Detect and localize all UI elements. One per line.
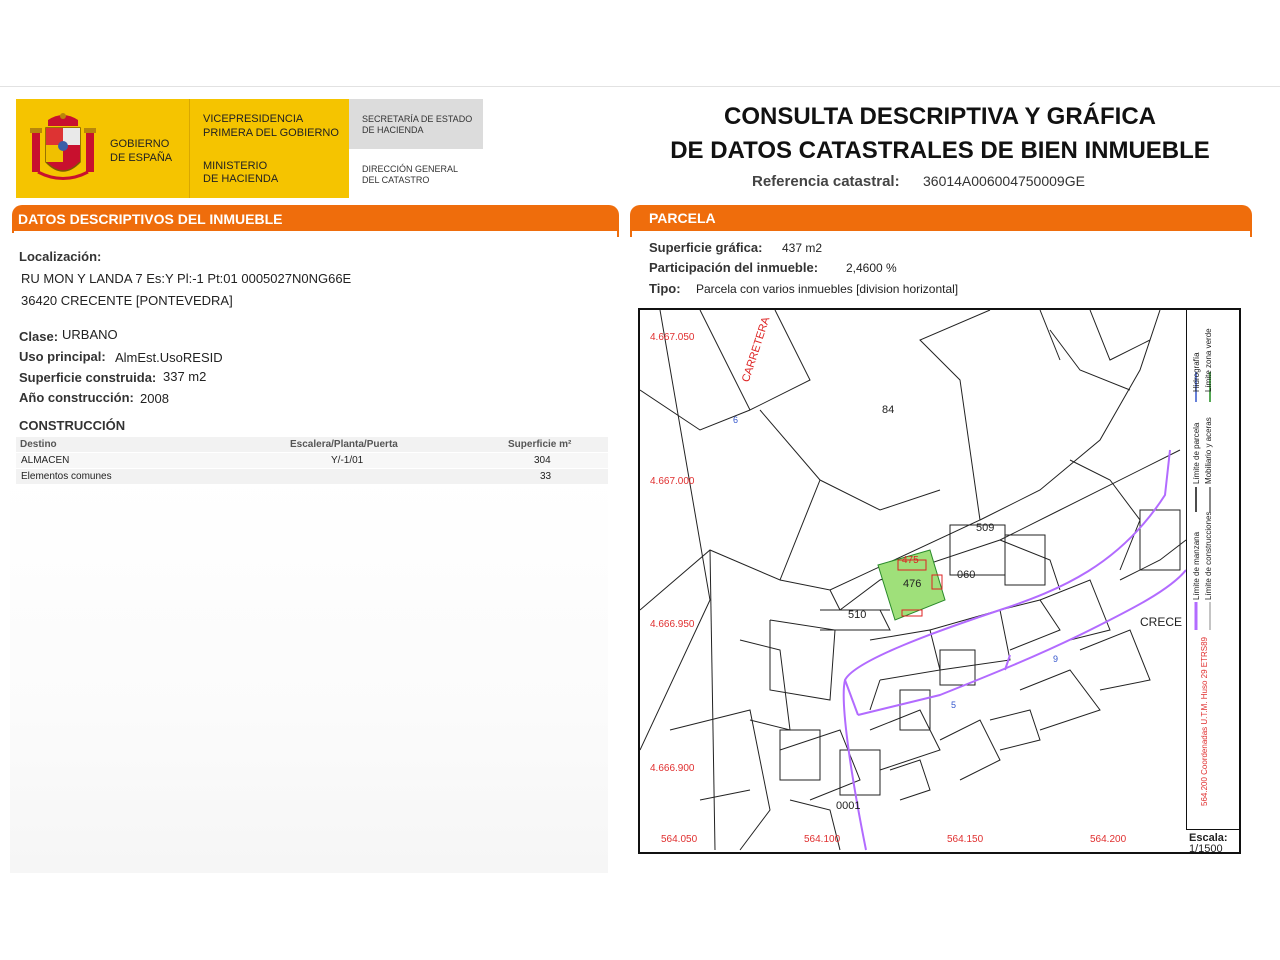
legend-item: Límite de construcciones bbox=[1204, 511, 1213, 601]
ministerio-label: MINISTERIO DE HACIENDA bbox=[203, 160, 279, 185]
legend-item: Hidrografía bbox=[1192, 352, 1201, 392]
parcel-label: 6 bbox=[733, 415, 739, 425]
table-header-superficie: Superficie m² bbox=[508, 439, 572, 450]
legend-item: Límite zona verde bbox=[1204, 328, 1213, 392]
sup-grafica-label: Superficie gráfica: bbox=[649, 240, 763, 255]
uso-label: Uso principal: bbox=[19, 349, 106, 364]
parcel-label: 509 bbox=[976, 522, 995, 534]
ref-label: Referencia catastral: bbox=[752, 173, 900, 190]
localizacion-label: Localización: bbox=[19, 249, 102, 264]
road-label-crecente: CRECE bbox=[1140, 615, 1183, 629]
table-row bbox=[16, 453, 608, 468]
map-y-coord: 4.667.000 bbox=[650, 476, 695, 487]
logo-divider bbox=[189, 99, 190, 198]
legend-separator bbox=[1186, 310, 1187, 830]
superficie-value: 337 m2 bbox=[163, 369, 207, 384]
map-y-coord: 4.667.050 bbox=[650, 332, 695, 343]
legend-item: Límite de manzana bbox=[1192, 531, 1201, 600]
direccion-general-label: DIRECCIÓN GENERAL DEL CATASTRO bbox=[362, 164, 459, 185]
map-x-coord: 564.100 bbox=[804, 834, 841, 845]
tab-edge bbox=[630, 229, 632, 237]
construccion-title: CONSTRUCCIÓN bbox=[19, 418, 126, 433]
address-line2: 36420 CRECENTE [PONTEVEDRA] bbox=[21, 293, 233, 308]
legend-coords: 564.200 Coordenadas U.T.M. Huso 29 ETRS8… bbox=[1200, 637, 1209, 806]
parcel-label: 0001 bbox=[836, 800, 861, 812]
ref-value: 36014A006004750009GE bbox=[923, 173, 1085, 189]
participacion-label: Participación del inmueble: bbox=[649, 260, 819, 275]
legend-item: Mobiliario y aceras bbox=[1204, 417, 1213, 484]
parcel-label: 9 bbox=[1053, 654, 1059, 664]
coat-of-arms-icon bbox=[30, 113, 96, 180]
secretaria-label: SECRETARÍA DE ESTADO DE HACIENDA bbox=[362, 114, 473, 135]
legend-separator bbox=[1186, 829, 1240, 830]
tipo-value: Parcela con varios inmuebles [division h… bbox=[696, 282, 959, 296]
legend-item: Límite de parcela bbox=[1192, 422, 1201, 484]
superficie-label: Superficie construida: bbox=[19, 370, 157, 385]
parcel-label: 510 bbox=[848, 609, 867, 621]
map-y-coord: 4.666.950 bbox=[650, 619, 695, 630]
parcel-label: 475 bbox=[902, 555, 919, 566]
table-header-destino: Destino bbox=[20, 439, 57, 450]
datos-tab-label: DATOS DESCRIPTIVOS DEL INMUEBLE bbox=[18, 211, 283, 227]
tab-edge bbox=[1250, 229, 1252, 237]
vicepresidencia-label: VICEPRESIDENCIA PRIMERA DEL GOBIERNO bbox=[203, 113, 339, 139]
participacion-value: 2,4600 % bbox=[846, 261, 897, 275]
map-x-coord: 564.200 bbox=[1090, 834, 1127, 845]
tab-edge bbox=[617, 229, 619, 237]
table-header-escalera: Escalera/Planta/Puerta bbox=[290, 439, 398, 450]
map-x-coord: 564.050 bbox=[661, 834, 698, 845]
anio-value: 2008 bbox=[140, 391, 169, 406]
sup-grafica-value: 437 m2 bbox=[782, 241, 823, 255]
map-x-coord: 564.150 bbox=[947, 834, 984, 845]
table-cell-superficie: 304 bbox=[534, 455, 551, 466]
parcel-label: 060 bbox=[957, 569, 976, 581]
clase-value: URBANO bbox=[62, 327, 118, 342]
parcela-tab bbox=[630, 205, 1252, 231]
uso-value: AlmEst.UsoRESID bbox=[115, 350, 223, 365]
clase-label: Clase: bbox=[19, 329, 59, 344]
anio-label: Año construcción: bbox=[19, 390, 134, 405]
scale-value: 1/1500 bbox=[1189, 843, 1223, 855]
map-y-coord: 4.666.900 bbox=[650, 763, 695, 774]
tipo-label: Tipo: bbox=[649, 281, 681, 296]
gobierno-label: GOBIERNO DE ESPAÑA bbox=[110, 138, 173, 164]
table-cell-escalera: Y/-1/01 bbox=[331, 455, 364, 466]
parcel-label: 476 bbox=[903, 578, 922, 590]
table-cell-destino: ALMACEN bbox=[21, 455, 70, 466]
parcel-label: 5 bbox=[951, 700, 957, 710]
table-cell-superficie: 33 bbox=[540, 471, 552, 482]
parcel-label: 84 bbox=[882, 404, 895, 416]
address-line1: RU MON Y LANDA 7 Es:Y Pl:-1 Pt:01 000502… bbox=[21, 271, 352, 286]
top-divider bbox=[0, 86, 1280, 87]
table-cell-destino: Elementos comunes bbox=[21, 471, 112, 482]
page-title: CONSULTA DESCRIPTIVA Y GRÁFICA DE DATOS … bbox=[670, 103, 1210, 164]
parcela-tab-label: PARCELA bbox=[649, 210, 716, 226]
